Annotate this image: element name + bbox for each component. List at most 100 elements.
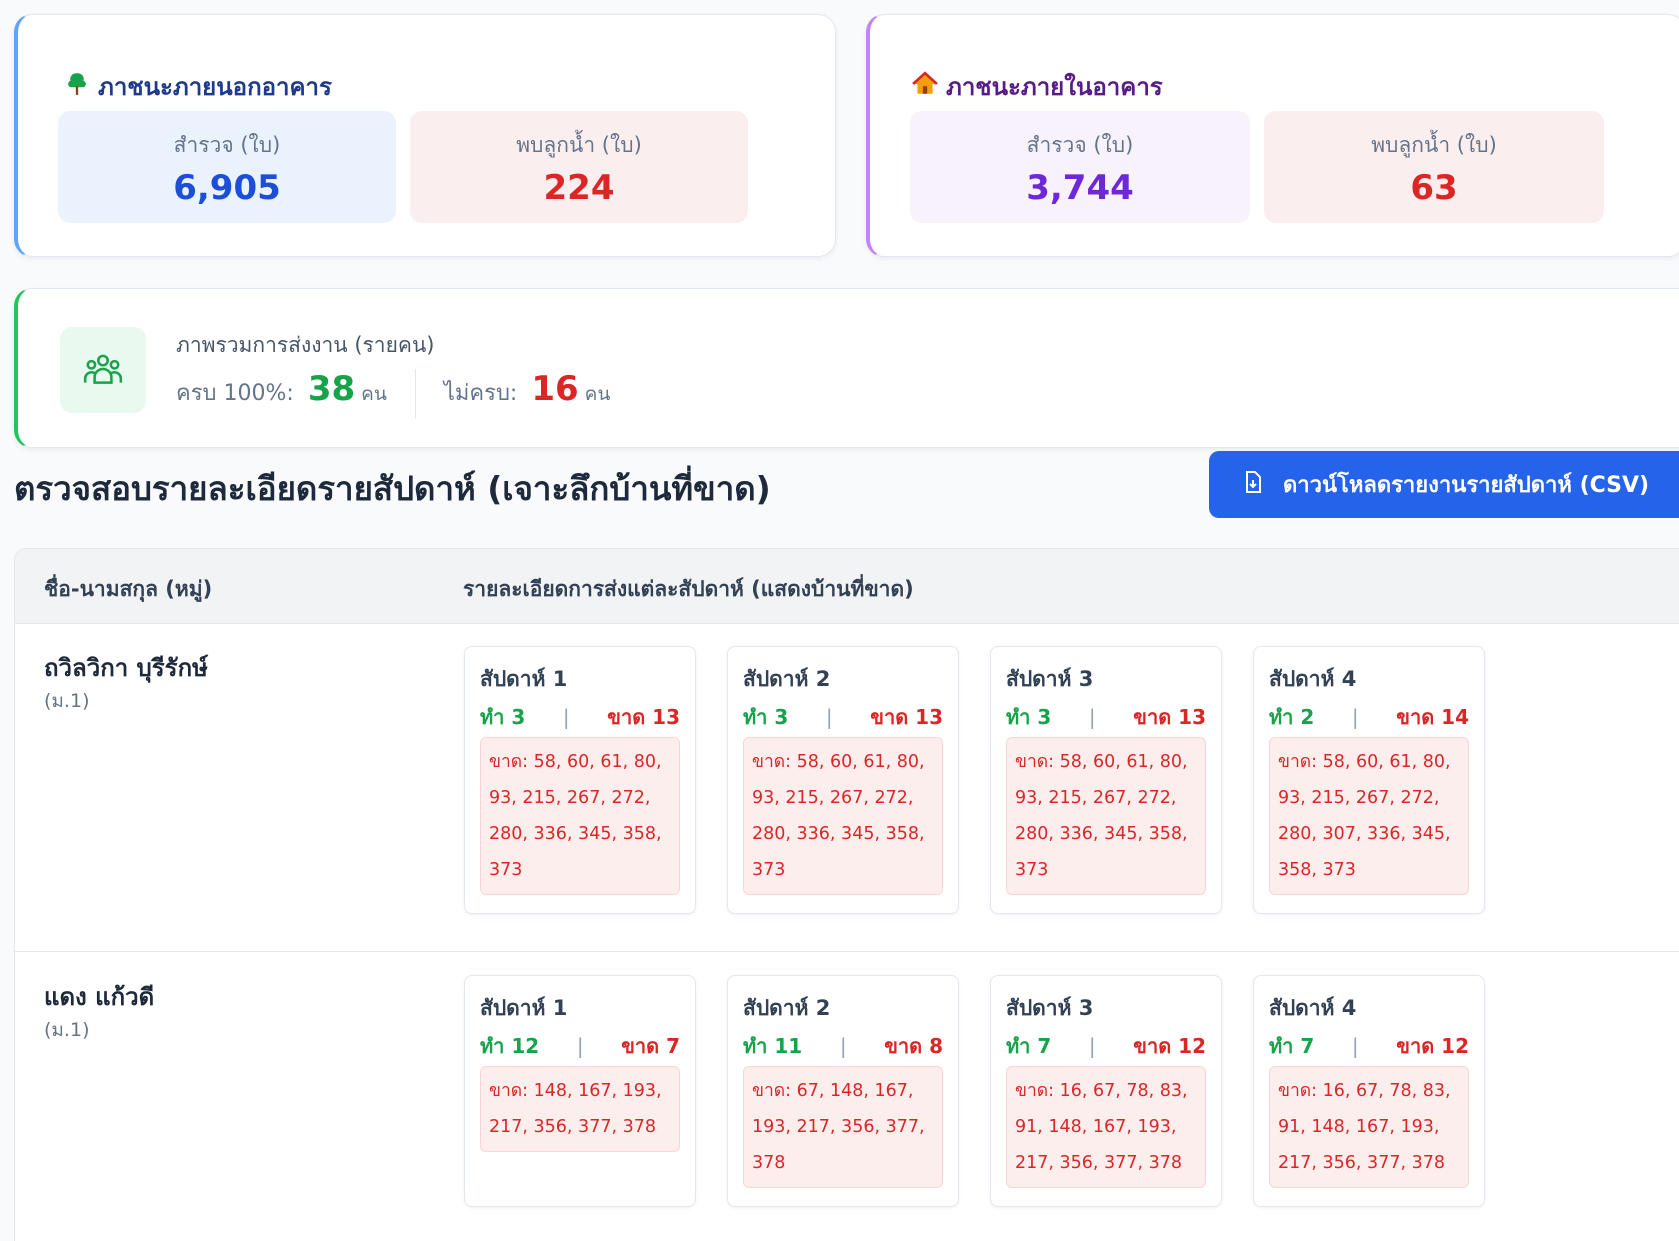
outdoor-title-text: ภาชนะภายนอกอาคาร: [98, 73, 332, 101]
week-stats: ทำ 12 | ขาด 7: [480, 1030, 680, 1062]
complete-unit: คน: [361, 383, 387, 405]
week-missing: ขาด 13: [607, 705, 680, 729]
table-row: ถวิลวิกา บุรีรักษ์ (ม.1) สัปดาห์ 1 ทำ 3 |…: [15, 624, 1679, 952]
incomplete-label: ไม่ครบ:: [443, 381, 518, 406]
missing-houses-list: ขาด: 58, 60, 61, 80, 93, 215, 267, 272, …: [743, 737, 943, 895]
outdoor-larvae-value: 224: [543, 168, 615, 208]
table-row: แดง แก้วดี (ม.1) สัปดาห์ 1 ทำ 12 | ขาด 7 ข…: [15, 953, 1679, 1241]
week-stats: ทำ 2 | ขาด 14: [1269, 701, 1469, 733]
week-missing: ขาด 7: [621, 1034, 680, 1058]
week-card: สัปดาห์ 4 ทำ 2 | ขาด 14 ขาด: 58, 60, 61, 8…: [1253, 646, 1485, 914]
week-card: สัปดาห์ 2 ทำ 3 | ขาด 13 ขาด: 58, 60, 61, 8…: [727, 646, 959, 914]
week-title: สัปดาห์ 4: [1269, 667, 1357, 691]
week-stats: ทำ 7 | ขาด 12: [1006, 1030, 1206, 1062]
week-done: ทำ 7: [1006, 1034, 1052, 1058]
indoor-surveyed-value: 3,744: [1026, 168, 1134, 208]
stat-separator: |: [839, 1034, 847, 1058]
complete-label: ครบ 100%:: [176, 381, 294, 406]
missing-houses-list: ขาด: 16, 67, 78, 83, 91, 148, 167, 193, …: [1269, 1066, 1469, 1188]
week-done: ทำ 3: [743, 705, 789, 729]
person-name: ถวิลวิกา บุรีรักษ์: [44, 654, 208, 682]
week-missing: ขาด 14: [1396, 705, 1469, 729]
tree-icon: [64, 71, 90, 103]
summary-divider: [414, 369, 416, 419]
week-title: สัปดาห์ 1: [480, 996, 568, 1020]
stat-separator: |: [1088, 705, 1096, 729]
week-missing: ขาด 13: [870, 705, 943, 729]
week-title: สัปดาห์ 3: [1006, 996, 1094, 1020]
week-done: ทำ 2: [1269, 705, 1315, 729]
stat-separator: |: [576, 1034, 584, 1058]
stat-separator: |: [562, 705, 570, 729]
outdoor-larvae-label: พบลูกน้ำ (ใบ): [516, 133, 642, 157]
week-card: สัปดาห์ 3 ทำ 3 | ขาด 13 ขาด: 58, 60, 61, 8…: [990, 646, 1222, 914]
summary-counts: ครบ 100%: 38 คน ไม่ครบ: 16 คน: [176, 369, 610, 419]
indoor-larvae-value: 63: [1410, 168, 1458, 208]
missing-houses-list: ขาด: 58, 60, 61, 80, 93, 215, 267, 272, …: [1269, 737, 1469, 895]
file-download-icon: [1241, 470, 1265, 500]
week-card: สัปดาห์ 1 ทำ 12 | ขาด 7 ขาด: 148, 167, 193…: [464, 975, 696, 1207]
week-stats: ทำ 7 | ขาด 12: [1269, 1030, 1469, 1062]
outdoor-surveyed-stat: สำรวจ (ใบ) 6,905: [58, 111, 396, 223]
missing-houses-list: ขาด: 58, 60, 61, 80, 93, 215, 267, 272, …: [480, 737, 680, 895]
week-title: สัปดาห์ 4: [1269, 996, 1357, 1020]
indoor-surveyed-label: สำรวจ (ใบ): [1026, 133, 1134, 157]
indoor-title-text: ภาชนะภายในอาคาร: [946, 73, 1163, 101]
missing-houses-list: ขาด: 67, 148, 167, 193, 217, 356, 377, 3…: [743, 1066, 943, 1188]
indoor-larvae-label: พบลูกน้ำ (ใบ): [1371, 133, 1497, 157]
person-village: (ม.1): [44, 690, 90, 712]
indoor-surveyed-stat: สำรวจ (ใบ) 3,744: [910, 111, 1250, 223]
outdoor-surveyed-value: 6,905: [173, 168, 281, 208]
incomplete-value: 16: [531, 369, 579, 409]
complete-value: 38: [307, 369, 356, 409]
stat-separator: |: [1351, 705, 1359, 729]
week-title: สัปดาห์ 2: [743, 996, 831, 1020]
week-missing: ขาด 12: [1396, 1034, 1469, 1058]
indoor-card-title: ภาชนะภายในอาคาร: [912, 67, 1163, 106]
download-csv-button[interactable]: ดาวน์โหลดรายงานรายสัปดาห์ (CSV): [1209, 451, 1679, 518]
week-title: สัปดาห์ 2: [743, 667, 831, 691]
table-header: ชื่อ-นามสกุล (หมู่) รายละเอียดการส่งแต่ล…: [15, 549, 1679, 624]
indoor-larvae-stat: พบลูกน้ำ (ใบ) 63: [1264, 111, 1604, 223]
week-done: ทำ 3: [480, 705, 526, 729]
week-done: ทำ 11: [743, 1034, 803, 1058]
submission-summary-card: ภาพรวมการส่งงาน (รายคน) ครบ 100%: 38 คน …: [14, 288, 1679, 448]
week-done: ทำ 7: [1269, 1034, 1315, 1058]
users-group-icon: [60, 327, 146, 413]
weekly-detail-heading: ตรวจสอบรายละเอียดรายสัปดาห์ (เจาะลึกบ้าน…: [14, 469, 771, 508]
outdoor-larvae-stat: พบลูกน้ำ (ใบ) 224: [410, 111, 748, 223]
week-card: สัปดาห์ 3 ทำ 7 | ขาด 12 ขาด: 16, 67, 78, 8…: [990, 975, 1222, 1207]
week-missing: ขาด 8: [884, 1034, 943, 1058]
header-name: ชื่อ-นามสกุล (หมู่): [44, 577, 213, 601]
week-card: สัปดาห์ 2 ทำ 11 | ขาด 8 ขาด: 67, 148, 167,…: [727, 975, 959, 1207]
summary-title: ภาพรวมการส่งงาน (รายคน): [176, 333, 435, 357]
incomplete-unit: คน: [584, 383, 611, 405]
week-stats: ทำ 3 | ขาด 13: [743, 701, 943, 733]
outdoor-card-title: ภาชนะภายนอกอาคาร: [64, 67, 332, 106]
week-title: สัปดาห์ 1: [480, 667, 568, 691]
week-stats: ทำ 3 | ขาด 13: [1006, 701, 1206, 733]
header-detail: รายละเอียดการส่งแต่ละสัปดาห์ (แสดงบ้านที…: [463, 577, 914, 601]
person-name: แดง แก้วดี: [44, 983, 155, 1011]
house-icon: [912, 70, 938, 103]
week-done: ทำ 3: [1006, 705, 1052, 729]
missing-houses-list: ขาด: 16, 67, 78, 83, 91, 148, 167, 193, …: [1006, 1066, 1206, 1188]
outdoor-containers-card: ภาชนะภายนอกอาคาร สำรวจ (ใบ) 6,905 พบลูกน…: [14, 14, 836, 257]
outdoor-surveyed-label: สำรวจ (ใบ): [173, 133, 281, 157]
weekly-detail-table: ชื่อ-นามสกุล (หมู่) รายละเอียดการส่งแต่ล…: [14, 548, 1679, 1241]
missing-houses-list: ขาด: 148, 167, 193, 217, 356, 377, 378: [480, 1066, 680, 1152]
week-missing: ขาด 13: [1133, 705, 1206, 729]
person-village: (ม.1): [44, 1019, 90, 1041]
stat-separator: |: [1351, 1034, 1359, 1058]
week-card: สัปดาห์ 4 ทำ 7 | ขาด 12 ขาด: 16, 67, 78, 8…: [1253, 975, 1485, 1207]
week-missing: ขาด 12: [1133, 1034, 1206, 1058]
stat-separator: |: [825, 705, 833, 729]
week-done: ทำ 12: [480, 1034, 540, 1058]
download-csv-label: ดาวน์โหลดรายงานรายสัปดาห์ (CSV): [1283, 473, 1650, 498]
week-title: สัปดาห์ 3: [1006, 667, 1094, 691]
missing-houses-list: ขาด: 58, 60, 61, 80, 93, 215, 267, 272, …: [1006, 737, 1206, 895]
indoor-containers-card: ภาชนะภายในอาคาร สำรวจ (ใบ) 3,744 พบลูกน้…: [866, 14, 1679, 257]
week-stats: ทำ 3 | ขาด 13: [480, 701, 680, 733]
week-stats: ทำ 11 | ขาด 8: [743, 1030, 943, 1062]
week-card: สัปดาห์ 1 ทำ 3 | ขาด 13 ขาด: 58, 60, 61, 8…: [464, 646, 696, 914]
